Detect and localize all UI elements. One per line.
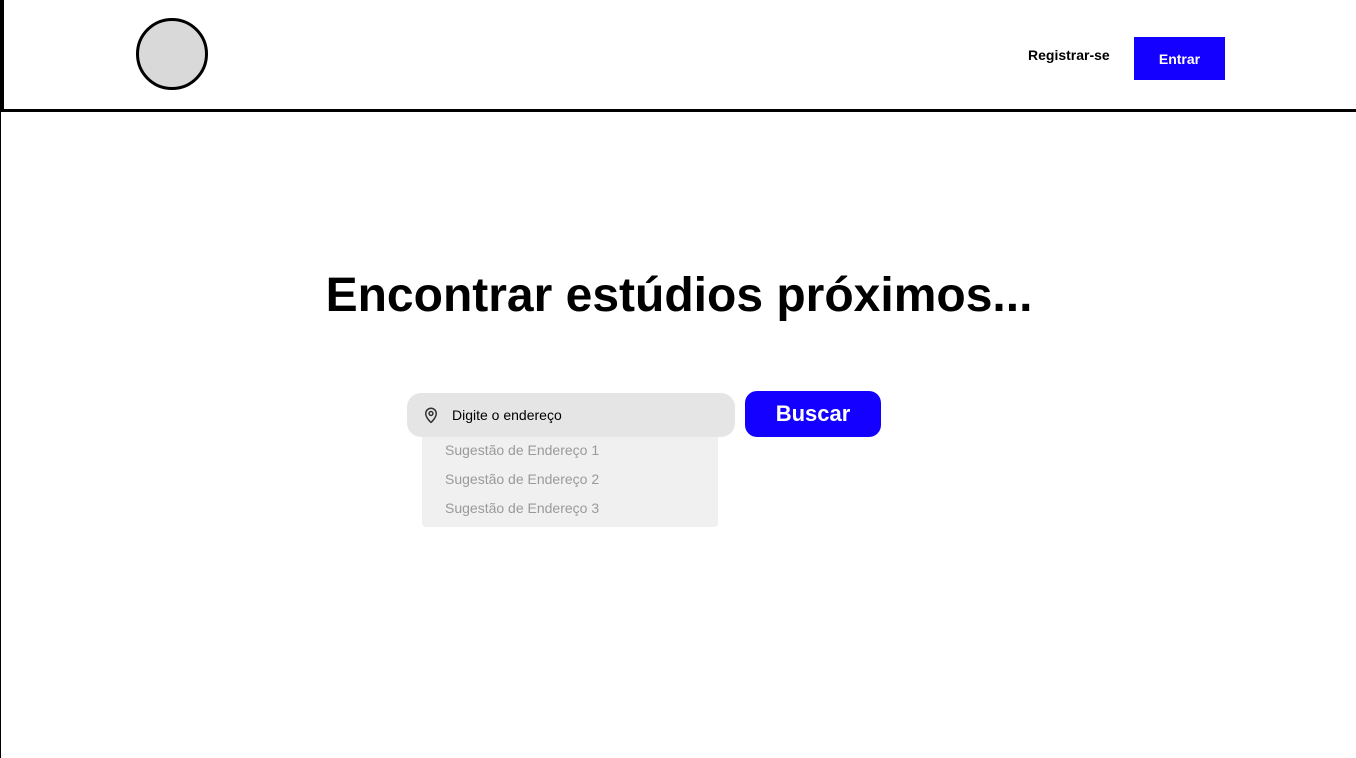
suggestion-item-3[interactable]: Sugestão de Endereço 3 bbox=[445, 500, 599, 516]
logo[interactable] bbox=[136, 18, 208, 90]
search-button[interactable]: Buscar bbox=[745, 391, 881, 437]
suggestion-item-2[interactable]: Sugestão de Endereço 2 bbox=[445, 471, 599, 487]
address-search-box[interactable] bbox=[407, 393, 735, 437]
login-button[interactable]: Entrar bbox=[1134, 37, 1225, 80]
suggestion-item-1[interactable]: Sugestão de Endereço 1 bbox=[445, 442, 599, 458]
address-search-input[interactable] bbox=[452, 393, 722, 437]
top-header: Registrar-se Entrar bbox=[1, 0, 1356, 112]
register-link[interactable]: Registrar-se bbox=[1028, 47, 1110, 63]
map-pin-icon bbox=[425, 407, 437, 424]
page-title: Encontrar estúdios próximos... bbox=[325, 269, 1033, 322]
address-suggestions-dropdown: Sugestão de Endereço 1 Sugestão de Ender… bbox=[422, 437, 718, 527]
page: Registrar-se Entrar Encontrar estúdios p… bbox=[0, 0, 1356, 758]
